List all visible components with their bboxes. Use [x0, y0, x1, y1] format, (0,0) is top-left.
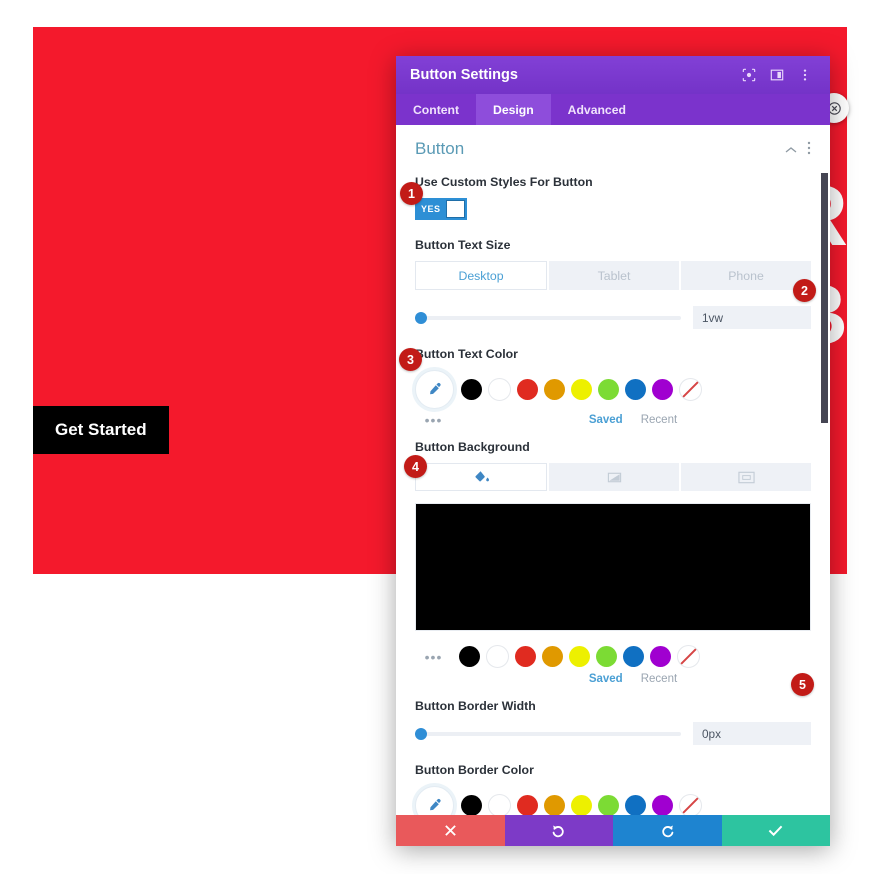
paint-bucket-icon[interactable] — [415, 463, 547, 491]
recent-link[interactable]: Recent — [641, 673, 677, 685]
section-header-button: Button — [415, 139, 811, 159]
image-icon[interactable] — [681, 463, 811, 491]
swatch-yellow[interactable] — [569, 646, 590, 667]
swatch-purple[interactable] — [652, 795, 673, 815]
section-title: Button — [415, 139, 465, 158]
swatch-white[interactable] — [488, 794, 511, 815]
save-button[interactable] — [721, 815, 830, 846]
modal-title: Button Settings — [410, 67, 518, 83]
annotation-badge-1: 1 — [400, 182, 423, 205]
device-tabs-text-size: Desktop Tablet Phone — [415, 261, 811, 290]
redo-button[interactable] — [613, 815, 722, 846]
tab-design[interactable]: Design — [476, 94, 551, 125]
eyedropper-icon[interactable] — [415, 786, 454, 815]
swatch-black[interactable] — [461, 379, 482, 400]
swatch-blue[interactable] — [625, 379, 646, 400]
annotation-badge-5: 5 — [791, 673, 814, 696]
swatch-green[interactable] — [598, 795, 619, 815]
palette-border-color: ••• Saved Recent — [415, 786, 811, 815]
label-button-background: Button Background — [415, 440, 530, 454]
swatch-yellow[interactable] — [571, 795, 592, 815]
label-button-border-width: Button Border Width — [415, 699, 536, 713]
button-settings-modal: Button Settings Content Design Advanced — [396, 56, 830, 846]
label-custom-styles: Use Custom Styles For Button — [415, 175, 593, 189]
eyedropper-icon[interactable] — [415, 370, 454, 409]
saved-link[interactable]: Saved — [589, 414, 623, 426]
swatch-red[interactable] — [515, 646, 536, 667]
swatch-transparent[interactable] — [679, 794, 702, 815]
border-width-slider[interactable] — [415, 727, 681, 740]
focus-icon[interactable] — [738, 64, 760, 86]
background-type-tabs — [415, 463, 811, 491]
modal-footer — [396, 815, 830, 846]
tab-content[interactable]: Content — [396, 94, 476, 125]
swatch-green[interactable] — [596, 646, 617, 667]
text-size-slider[interactable] — [415, 311, 681, 324]
slider-knob[interactable] — [415, 311, 427, 324]
swatch-orange[interactable] — [544, 795, 565, 815]
swatch-orange[interactable] — [544, 379, 565, 400]
swatch-transparent[interactable] — [679, 378, 702, 401]
device-tab-desktop[interactable]: Desktop — [415, 261, 547, 290]
ellipsis-icon[interactable]: ••• — [415, 412, 452, 428]
label-button-border-color: Button Border Color — [415, 763, 534, 777]
swatch-orange[interactable] — [542, 646, 563, 667]
swatch-blue[interactable] — [625, 795, 646, 815]
border-width-value[interactable]: 0px — [693, 722, 811, 745]
slider-knob[interactable] — [415, 727, 427, 740]
device-tab-tablet[interactable]: Tablet — [549, 261, 679, 290]
swatch-black[interactable] — [461, 795, 482, 815]
gradient-icon[interactable] — [549, 463, 679, 491]
label-button-text-color: Button Text Color — [415, 347, 518, 361]
swatch-green[interactable] — [598, 379, 619, 400]
more-vertical-icon[interactable] — [807, 141, 811, 158]
more-vertical-icon[interactable] — [794, 64, 816, 86]
saved-link[interactable]: Saved — [589, 673, 623, 685]
discard-button[interactable] — [396, 815, 505, 846]
swatch-blue[interactable] — [623, 646, 644, 667]
swatch-red[interactable] — [517, 379, 538, 400]
text-size-value[interactable]: 1vw — [693, 306, 811, 329]
recent-link[interactable]: Recent — [641, 414, 677, 426]
device-tab-phone[interactable]: Phone — [681, 261, 811, 290]
modal-tabs: Content Design Advanced — [396, 94, 830, 125]
swatch-black[interactable] — [459, 646, 480, 667]
settings-scroll-area: Button Use Custom Styles For Button YES — [396, 125, 830, 815]
custom-styles-toggle[interactable]: YES — [415, 198, 467, 220]
swatch-transparent[interactable] — [677, 645, 700, 668]
toggle-value: YES — [421, 204, 441, 214]
annotation-badge-4: 4 — [404, 455, 427, 478]
background-color-preview[interactable] — [415, 503, 811, 631]
annotation-badge-3: 3 — [399, 348, 422, 371]
undo-button[interactable] — [504, 815, 613, 846]
label-button-text-size: Button Text Size — [415, 238, 511, 252]
layout-icon[interactable] — [766, 64, 788, 86]
get-started-button[interactable]: Get Started — [33, 406, 169, 454]
modal-body: Button Use Custom Styles For Button YES — [396, 125, 830, 815]
swatch-white[interactable] — [488, 378, 511, 401]
palette-text-color: ••• Saved Recent — [415, 370, 811, 428]
swatch-white[interactable] — [486, 645, 509, 668]
modal-scrollbar[interactable] — [821, 173, 828, 423]
swatch-purple[interactable] — [650, 646, 671, 667]
palette-background: ••• ••• Saved Recent — [415, 645, 811, 687]
toggle-knob — [445, 200, 465, 218]
swatch-purple[interactable] — [652, 379, 673, 400]
modal-header: Button Settings — [396, 56, 830, 94]
swatch-yellow[interactable] — [571, 379, 592, 400]
ellipsis-icon[interactable]: ••• — [415, 649, 452, 665]
slider-row-text-size: 1vw — [415, 306, 811, 329]
chevron-up-icon[interactable] — [785, 142, 797, 157]
annotation-badge-2: 2 — [793, 279, 816, 302]
swatch-red[interactable] — [517, 795, 538, 815]
tab-advanced[interactable]: Advanced — [551, 94, 643, 125]
slider-row-border-width: 0px — [415, 722, 811, 745]
